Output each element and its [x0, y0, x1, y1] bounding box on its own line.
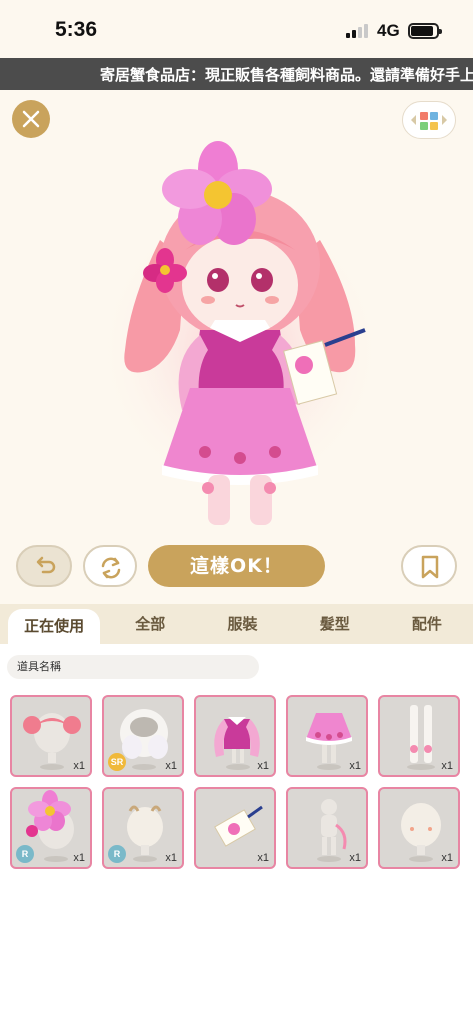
item-slot[interactable]: x1 [286, 695, 368, 777]
rarity-badge: R [16, 845, 34, 863]
status-time: 5:36 [55, 18, 98, 41]
ticker-text: 寄居蟹食品店：現正販售各種飼料商品。還請準備好手上 [100, 66, 473, 84]
status-bar: 5:36 4G [0, 0, 473, 58]
save-outfit-button[interactable] [401, 545, 457, 587]
avatar-preview [95, 141, 385, 525]
undo-icon [36, 556, 56, 574]
item-quantity: x1 [73, 852, 85, 864]
network-type: 4G [377, 21, 400, 40]
arrow-left-icon [411, 115, 416, 125]
item-slot[interactable]: x1 [194, 695, 276, 777]
background-select-button[interactable] [402, 101, 456, 139]
bookmark-icon [421, 555, 439, 579]
item-quantity: x1 [441, 852, 453, 864]
item-quantity: x1 [257, 760, 269, 772]
item-slot[interactable]: x1 [378, 787, 460, 869]
item-quantity: x1 [349, 760, 361, 772]
item-quantity: x1 [73, 760, 85, 772]
cellular-signal-icon [346, 24, 368, 38]
item-quantity: x1 [349, 852, 361, 864]
tab-all[interactable]: 全部 [104, 604, 196, 644]
palette-grid-icon [420, 112, 438, 130]
tab-accessories[interactable]: 配件 [381, 604, 473, 644]
item-quantity: x1 [165, 852, 177, 864]
close-icon [22, 110, 40, 128]
tab-clothing[interactable]: 服裝 [196, 604, 288, 644]
refresh-icon [101, 557, 121, 579]
item-slot[interactable]: SR x1 [102, 695, 184, 777]
news-ticker: 寄居蟹食品店：現正販售各種飼料商品。還請準備好手上 [0, 58, 473, 90]
item-quantity: x1 [441, 760, 453, 772]
undo-button[interactable] [16, 545, 72, 587]
category-tabs: 正在使用 全部 服裝 髮型 配件 [0, 604, 473, 644]
close-button[interactable] [12, 100, 50, 138]
item-slot[interactable]: x1 [194, 787, 276, 869]
randomize-button[interactable] [83, 545, 137, 587]
item-slot[interactable]: x1 [10, 695, 92, 777]
item-slot[interactable]: R x1 [102, 787, 184, 869]
tab-hairstyle[interactable]: 髮型 [289, 604, 381, 644]
item-slot[interactable]: R x1 [10, 787, 92, 869]
item-slot[interactable]: x1 [378, 695, 460, 777]
confirm-outfit-button[interactable]: 這樣OK！ [148, 545, 325, 587]
arrow-right-icon [442, 115, 447, 125]
rarity-badge: R [108, 845, 126, 863]
item-name-sort-button[interactable]: 道具名稱 [7, 655, 259, 679]
tab-in-use[interactable]: 正在使用 [8, 609, 101, 644]
battery-icon [408, 23, 442, 39]
item-slot[interactable]: x1 [286, 787, 368, 869]
item-quantity: x1 [165, 760, 177, 772]
item-quantity: x1 [257, 852, 269, 864]
avatar-stage: 這樣OK！ [0, 90, 473, 604]
rarity-badge: SR [108, 753, 126, 771]
